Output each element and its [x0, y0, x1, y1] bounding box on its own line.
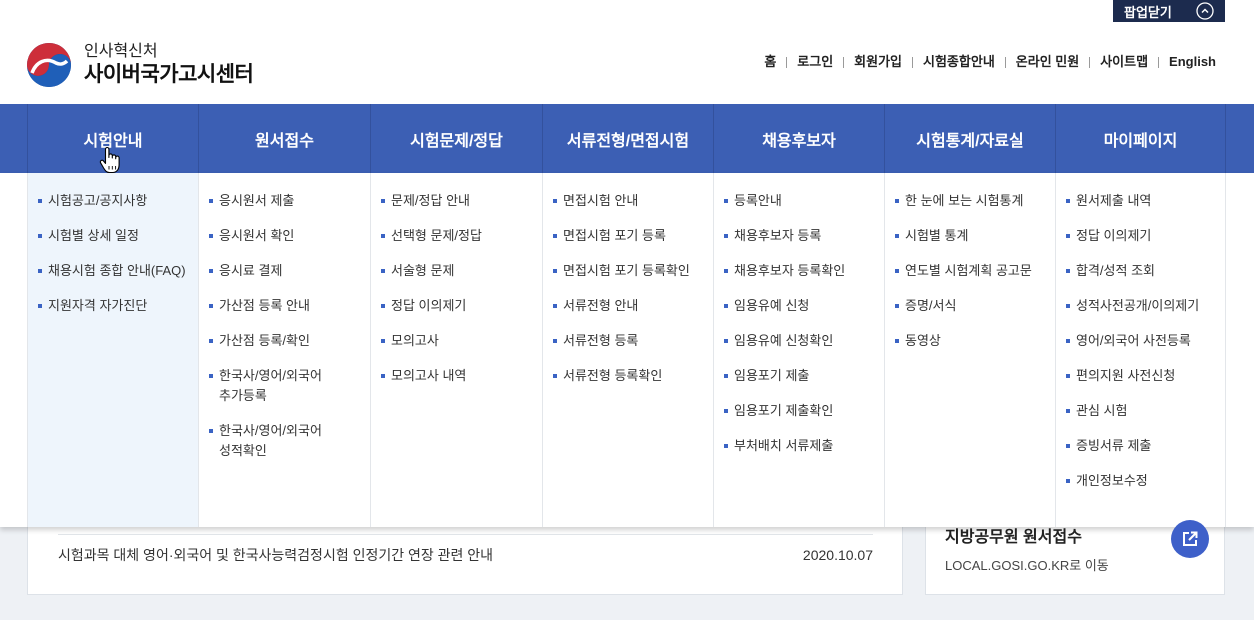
document-interview-submenu-item[interactable]: 서류전형 등록 — [563, 331, 713, 351]
application-submenu-item[interactable]: 응시원서 확인 — [219, 226, 370, 246]
candidates-submenu-item[interactable]: 채용후보자 등록 — [734, 226, 884, 246]
mypage-submenu-item[interactable]: 편의지원 사전신청 — [1076, 366, 1225, 386]
mega-menu: 시험공고/공지사항 시험별 상세 일정 채용시험 종합 안내(FAQ) 지원자격… — [0, 173, 1254, 527]
candidates-submenu-item[interactable]: 등록안내 — [734, 191, 884, 211]
mypage-submenu-item[interactable]: 성적사전공개/이의제기 — [1076, 296, 1225, 316]
utility-nav: 홈 로그인 회원가입 시험종합안내 온라인 민원 사이트맵 English — [764, 52, 1216, 72]
statistics-submenu-item[interactable]: 연도별 시험계획 공고문 — [905, 261, 1055, 281]
questions-answers-submenu-item[interactable]: 문제/정답 안내 — [391, 191, 542, 211]
main-nav-mypage[interactable]: 마이페이지 — [1055, 104, 1226, 173]
candidates-submenu: 등록안내 채용후보자 등록 채용후보자 등록확인 임용유예 신청 임용유예 신청… — [713, 173, 884, 527]
exam-info-submenu-item[interactable]: 시험별 상세 일정 — [48, 226, 198, 246]
mypage-submenu-item[interactable]: 증빙서류 제출 — [1076, 436, 1225, 456]
main-nav-application[interactable]: 원서접수 — [198, 104, 370, 173]
notice-row[interactable]: 시험과목 대체 영어·외국어 및 한국사능력검정시험 인정기간 연장 관련 안내… — [58, 535, 873, 575]
notice-date: 2020.10.07 — [802, 547, 873, 563]
statistics-submenu-item[interactable]: 한 눈에 보는 시험통계 — [905, 191, 1055, 211]
online-civil-link[interactable]: 온라인 민원 — [1004, 52, 1079, 72]
hand-cursor-icon — [99, 147, 120, 174]
application-submenu: 응시원서 제출 응시원서 확인 응시료 결제 가산점 등록 안내 가산점 등록/… — [198, 173, 370, 527]
questions-answers-submenu-item[interactable]: 정답 이의제기 — [391, 296, 542, 316]
statistics-submenu-item[interactable]: 동영상 — [905, 331, 1055, 351]
candidates-submenu-item[interactable]: 채용후보자 등록확인 — [734, 261, 884, 281]
questions-answers-submenu-item[interactable]: 서술형 문제 — [391, 261, 542, 281]
exam-info-submenu-item[interactable]: 시험공고/공지사항 — [48, 191, 198, 211]
application-submenu-item[interactable]: 가산점 등록 안내 — [219, 296, 370, 316]
document-interview-submenu-item[interactable]: 면접시험 포기 등록확인 — [563, 261, 713, 281]
popup-close-button[interactable]: 팝업닫기 — [1113, 0, 1225, 22]
candidates-submenu-item[interactable]: 임용유예 신청 — [734, 296, 884, 316]
application-submenu-item[interactable]: 응시원서 제출 — [219, 191, 370, 211]
site-name[interactable]: 사이버국가고시센터 — [84, 63, 254, 87]
questions-answers-submenu: 문제/정답 안내 선택형 문제/정답 서술형 문제 정답 이의제기 모의고사 모… — [370, 173, 542, 527]
candidates-submenu-item[interactable]: 임용포기 제출 — [734, 366, 884, 386]
questions-answers-submenu-item[interactable]: 모의고사 내역 — [391, 366, 542, 386]
exam-info-submenu: 시험공고/공지사항 시험별 상세 일정 채용시험 종합 안내(FAQ) 지원자격… — [27, 173, 198, 527]
local-exam-title: 지방공무원 원서접수 — [945, 529, 1082, 546]
login-link[interactable]: 로그인 — [786, 52, 833, 72]
main-nav-document-interview[interactable]: 서류전형/면접시험 — [542, 104, 713, 173]
questions-answers-submenu-item[interactable]: 선택형 문제/정답 — [391, 226, 542, 246]
external-link-button[interactable] — [1171, 520, 1209, 558]
mypage-submenu-item[interactable]: 영어/외국어 사전등록 — [1076, 331, 1225, 351]
document-interview-submenu-item[interactable]: 면접시험 안내 — [563, 191, 713, 211]
mypage-submenu: 원서제출 내역 정답 이의제기 합격/성적 조회 성적사전공개/이의제기 영어/… — [1055, 173, 1226, 527]
candidates-submenu-item[interactable]: 임용유예 신청확인 — [734, 331, 884, 351]
exam-info-submenu-item[interactable]: 채용시험 종합 안내(FAQ) — [48, 261, 198, 281]
notice-title[interactable]: 시험과목 대체 영어·외국어 및 한국사능력검정시험 인정기간 연장 관련 안내 — [58, 545, 493, 565]
signup-link[interactable]: 회원가입 — [843, 52, 902, 72]
home-link[interactable]: 홈 — [764, 52, 776, 72]
sitemap-link[interactable]: 사이트맵 — [1089, 52, 1148, 72]
statistics-submenu-item[interactable]: 증명/서식 — [905, 296, 1055, 316]
main-nav-candidates[interactable]: 채용후보자 — [713, 104, 884, 173]
questions-answers-submenu-item[interactable]: 모의고사 — [391, 331, 542, 351]
mypage-submenu-item[interactable]: 정답 이의제기 — [1076, 226, 1225, 246]
mypage-submenu-item[interactable]: 개인정보수정 — [1076, 471, 1225, 491]
popup-close-label: 팝업닫기 — [1124, 4, 1172, 20]
application-submenu-item[interactable]: 응시료 결제 — [219, 261, 370, 281]
mypage-submenu-item[interactable]: 합격/성적 조회 — [1076, 261, 1225, 281]
application-submenu-item[interactable]: 가산점 등록/확인 — [219, 331, 370, 351]
mypage-submenu-item[interactable]: 원서제출 내역 — [1076, 191, 1225, 211]
document-interview-submenu-item[interactable]: 면접시험 포기 등록 — [563, 226, 713, 246]
document-interview-submenu-item[interactable]: 서류전형 안내 — [563, 296, 713, 316]
statistics-submenu-item[interactable]: 시험별 통계 — [905, 226, 1055, 246]
english-link[interactable]: English — [1158, 52, 1216, 72]
candidates-submenu-item[interactable]: 임용포기 제출확인 — [734, 401, 884, 421]
document-interview-submenu-item[interactable]: 서류전형 등록확인 — [563, 366, 713, 386]
main-nav-statistics[interactable]: 시험통계/자료실 — [884, 104, 1055, 173]
government-emblem-icon[interactable] — [26, 42, 72, 88]
application-submenu-item[interactable]: 한국사/영어/외국어 성적확인 — [219, 421, 370, 461]
external-link-icon — [1183, 531, 1198, 546]
exam-info-submenu-item[interactable]: 지원자격 자가진단 — [48, 296, 198, 316]
mypage-submenu-item[interactable]: 관심 시험 — [1076, 401, 1225, 421]
exam-guide-link[interactable]: 시험종합안내 — [912, 52, 995, 72]
main-nav: 시험안내 원서접수 시험문제/정답 서류전형/면접시험 채용후보자 시험통계/자… — [0, 104, 1254, 173]
main-nav-questions-answers[interactable]: 시험문제/정답 — [370, 104, 542, 173]
chevron-up-icon — [1196, 2, 1214, 20]
document-interview-submenu: 면접시험 안내 면접시험 포기 등록 면접시험 포기 등록확인 서류전형 안내 … — [542, 173, 713, 527]
org-name: 인사혁신처 — [84, 43, 158, 60]
statistics-submenu: 한 눈에 보는 시험통계 시험별 통계 연도별 시험계획 공고문 증명/서식 동… — [884, 173, 1055, 527]
application-submenu-item[interactable]: 한국사/영어/외국어 추가등록 — [219, 366, 370, 406]
local-exam-description: LOCAL.GOSI.GO.KR로 이동 — [945, 558, 1109, 573]
candidates-submenu-item[interactable]: 부처배치 서류제출 — [734, 436, 884, 456]
